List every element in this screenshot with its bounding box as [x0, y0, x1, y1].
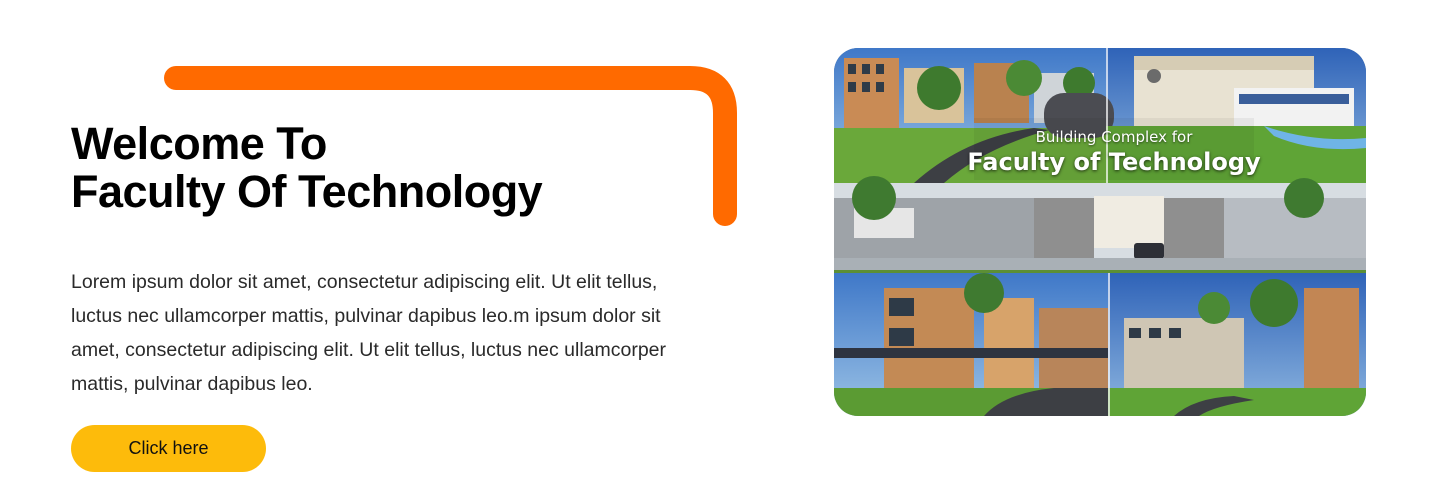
click-here-button[interactable]: Click here — [71, 425, 266, 472]
title-line-2: Faculty Of Technology — [71, 166, 543, 217]
image-caption-subtitle: Building Complex for — [1035, 128, 1193, 146]
building-collage-illustration — [834, 48, 1366, 416]
building-complex-image: Building Complex for Faculty of Technolo… — [834, 48, 1366, 416]
page-title: Welcome To Faculty Of Technology — [71, 120, 671, 216]
title-line-1: Welcome To — [71, 118, 327, 169]
hero-section: Welcome To Faculty Of Technology Lorem i… — [0, 0, 1442, 487]
image-caption-title: Faculty of Technology — [967, 148, 1261, 176]
intro-paragraph: Lorem ipsum dolor sit amet, consectetur … — [71, 271, 667, 395]
